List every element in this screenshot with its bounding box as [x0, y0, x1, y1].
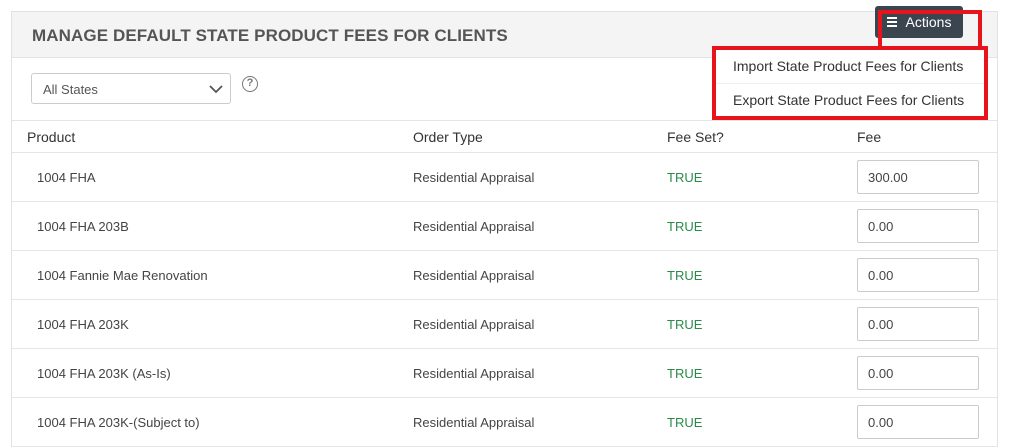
cell-product: 1004 FHA 203B	[12, 201, 413, 251]
fee-input[interactable]	[857, 258, 979, 292]
table-row: 1004 FHA 203K-(Subject to) Residential A…	[12, 397, 997, 447]
cell-fee	[857, 201, 997, 251]
cell-fee-set: TRUE	[667, 152, 857, 202]
menu-item-export[interactable]: Export State Product Fees for Clients	[716, 83, 984, 117]
state-select[interactable]: All States	[31, 73, 231, 104]
cell-fee-set: TRUE	[667, 299, 857, 349]
cell-product: 1004 FHA 203K-(Subject to)	[12, 397, 413, 447]
table-header-row: Product Order Type Fee Set? Fee	[12, 120, 997, 153]
cell-product: 1004 FHA 203K (As-Is)	[12, 348, 413, 398]
cell-fee-set: TRUE	[667, 348, 857, 398]
actions-dropdown-menu: Import State Product Fees for Clients Ex…	[712, 46, 988, 120]
table-row: 1004 Fannie Mae Renovation Residential A…	[12, 250, 997, 300]
page-title: MANAGE DEFAULT STATE PRODUCT FEES FOR CL…	[32, 26, 508, 45]
help-icon[interactable]: ?	[242, 76, 258, 92]
fee-input[interactable]	[857, 307, 979, 341]
column-header-fee-set[interactable]: Fee Set?	[667, 120, 857, 153]
cell-order-type: Residential Appraisal	[413, 250, 667, 300]
cell-fee	[857, 299, 997, 349]
cell-order-type: Residential Appraisal	[413, 201, 667, 251]
menu-item-import[interactable]: Import State Product Fees for Clients	[716, 50, 984, 83]
cell-order-type: Residential Appraisal	[413, 348, 667, 398]
table-row: 1004 FHA Residential Appraisal TRUE	[12, 152, 997, 202]
column-header-fee[interactable]: Fee	[857, 120, 997, 153]
actions-button-label: Actions	[905, 14, 952, 30]
chevron-down-icon	[209, 85, 223, 94]
cell-order-type: Residential Appraisal	[413, 152, 667, 202]
table-row: 1004 FHA 203K Residential Appraisal TRUE	[12, 299, 997, 349]
state-select-value: All States	[43, 82, 98, 97]
table-row: 1004 FHA 203B Residential Appraisal TRUE	[12, 201, 997, 251]
cell-order-type: Residential Appraisal	[413, 397, 667, 447]
cell-fee	[857, 152, 997, 202]
fee-input[interactable]	[857, 160, 979, 194]
actions-button[interactable]: Actions	[875, 6, 963, 38]
cell-product: 1004 FHA 203K	[12, 299, 413, 349]
cell-fee	[857, 348, 997, 398]
cell-fee	[857, 250, 997, 300]
fee-input[interactable]	[857, 405, 979, 439]
fee-input[interactable]	[857, 209, 979, 243]
cell-product: 1004 FHA	[12, 152, 413, 202]
table-row: 1004 FHA 203K (As-Is) Residential Apprai…	[12, 348, 997, 398]
fees-table: Product Order Type Fee Set? Fee 1004 FHA…	[12, 120, 997, 447]
column-header-order-type[interactable]: Order Type	[413, 120, 667, 153]
cell-fee	[857, 397, 997, 447]
cell-fee-set: TRUE	[667, 250, 857, 300]
cell-order-type: Residential Appraisal	[413, 299, 667, 349]
cell-fee-set: TRUE	[667, 397, 857, 447]
fee-input[interactable]	[857, 356, 979, 390]
cell-fee-set: TRUE	[667, 201, 857, 251]
column-header-product[interactable]: Product	[12, 120, 413, 153]
cell-product: 1004 Fannie Mae Renovation	[12, 250, 413, 300]
menu-icon	[886, 15, 897, 29]
